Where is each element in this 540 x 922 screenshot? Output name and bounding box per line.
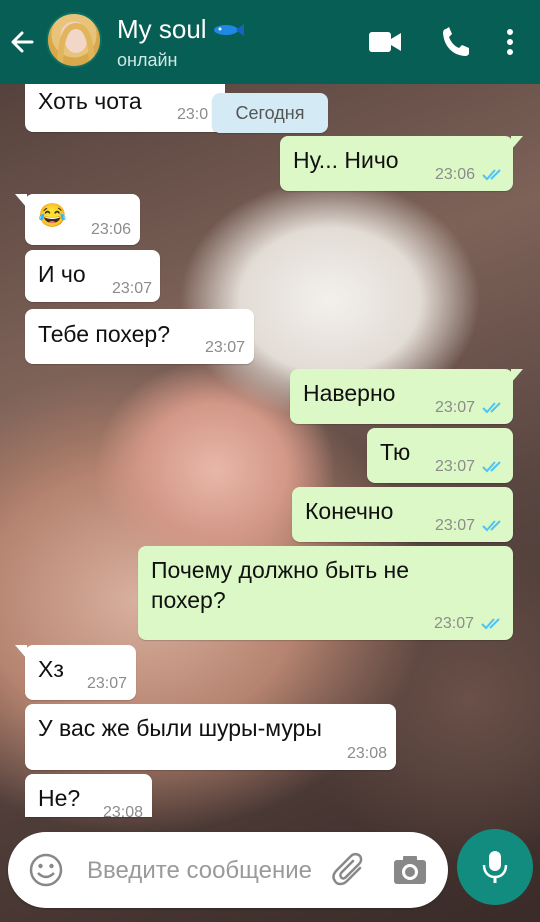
read-ticks-icon [481,618,500,630]
message-text: У вас же были шуры-муры [38,715,322,741]
message-time: 23:07 [112,280,153,297]
message-bubble-out[interactable]: Наверно 23:07 [290,369,523,424]
message-time: 23:08 [103,804,144,817]
message-time: 23:08 [347,745,388,762]
message-composer: Введите сообщение [8,832,448,908]
message-bubble-in[interactable]: Хоть чота 23:0 [25,84,225,132]
phone-icon[interactable] [440,24,472,60]
message-time: 23:07 [205,339,246,356]
message-bubble-in[interactable]: Тебе похер? 23:07 [25,309,254,364]
message-input[interactable]: Введите сообщение [87,857,312,885]
read-ticks-icon [482,520,501,532]
message-emoji: 😂 [38,202,67,228]
message-time: 23:07 [435,517,476,534]
message-bubble-out[interactable]: Ну... Ничо 23:06 [280,136,523,191]
message-time: 23:06 [91,221,132,238]
bubble-tail [511,369,523,383]
message-text: И чо [38,261,86,287]
message-text: Хоть чота [38,88,142,114]
message-time: 23:07 [87,675,128,692]
message-text: Не? [38,785,81,811]
read-ticks-icon [482,461,501,473]
message-time: 23:07 [435,399,476,416]
contact-status: онлайн [117,50,178,70]
avatar[interactable] [46,12,102,68]
bubble-tail [15,194,27,208]
message-text: Конечно [305,498,394,524]
message-text: Тебе похер? [38,321,170,347]
message-time: 23:06 [435,166,476,183]
message-text: Тю [380,439,411,465]
read-ticks-icon [482,402,501,414]
date-chip: Сегодня [212,93,328,133]
mic-icon [482,851,508,883]
message-time: 23:0 [177,106,209,123]
bubble-tail [511,136,523,150]
message-time: 23:07 [434,615,475,632]
message-text: Наверно [303,380,396,406]
message-bubble-in[interactable]: У вас же были шуры-муры 23:08 [25,704,396,770]
avatar-image [57,22,95,66]
attach-icon[interactable] [330,850,370,890]
message-text: Хз [38,656,64,682]
bubble-tail [15,645,27,659]
message-bubble-in[interactable]: Хз 23:07 [15,645,136,700]
message-bubble-out[interactable]: Конечно 23:07 [292,487,513,542]
message-text-line: Почему должно быть не [151,557,410,583]
back-arrow-icon[interactable] [8,22,36,62]
message-bubble-out[interactable]: Тю 23:07 [367,428,513,483]
message-bubble-in[interactable]: И чо 23:07 [25,250,160,302]
message-time: 23:07 [435,458,476,475]
message-text-line: похер? [151,587,226,613]
fish-icon [214,24,244,36]
video-call-icon[interactable] [367,24,405,60]
message-text: Ну... Ничо [293,147,399,173]
message-bubble-in[interactable]: Не? 23:08 [25,774,152,817]
read-ticks-icon [482,169,501,181]
camera-icon[interactable] [392,852,428,888]
more-vert-icon[interactable] [498,24,522,60]
chat-header: My soul онлайн [0,0,540,84]
mic-button[interactable] [457,829,533,905]
message-bubble-out[interactable]: Почему должно быть не похер? 23:07 [138,546,513,640]
emoji-icon[interactable] [28,852,64,888]
message-bubble-in[interactable]: 😂 23:06 [15,194,140,245]
contact-name[interactable]: My soul [117,14,207,45]
